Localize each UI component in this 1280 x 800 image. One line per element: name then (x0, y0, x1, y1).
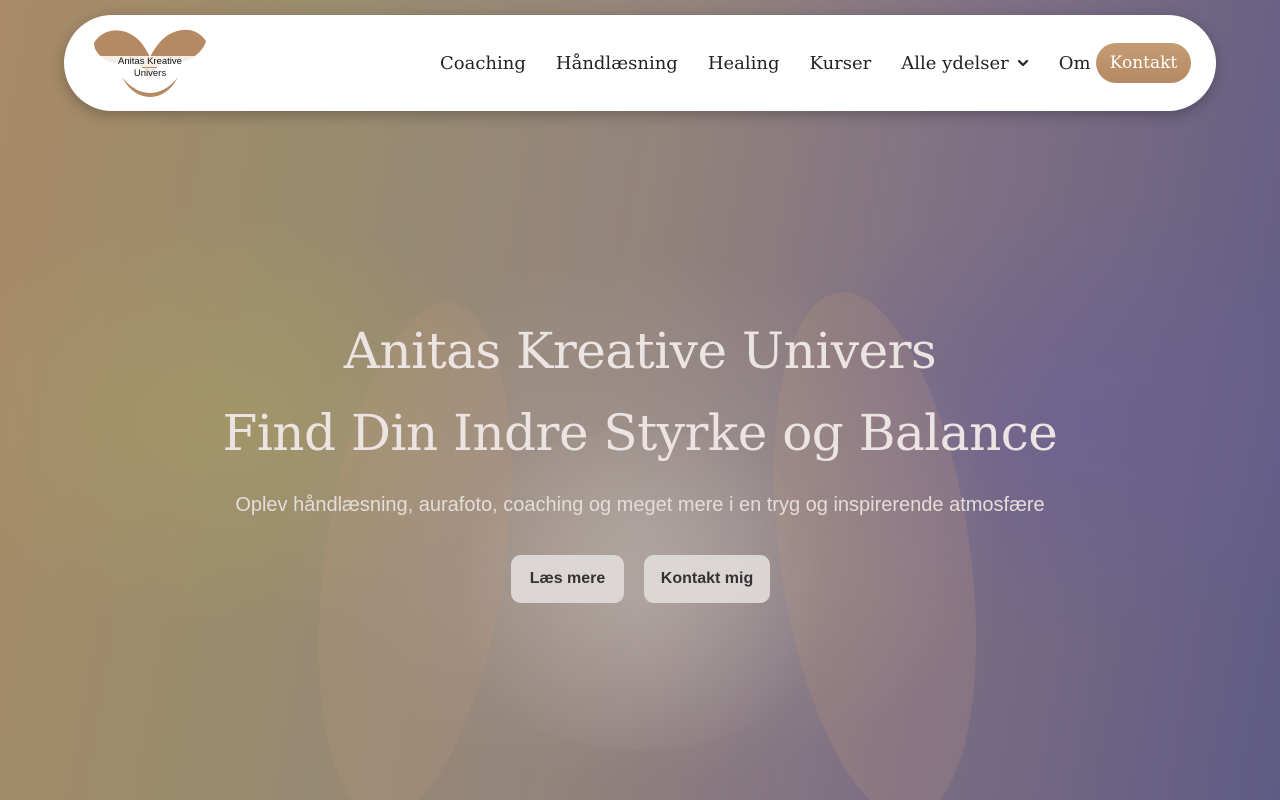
chevron-down-icon (1017, 59, 1028, 67)
nav-item-haandlaesning[interactable]: Håndlæsning (556, 53, 678, 74)
nav-item-coaching[interactable]: Coaching (440, 53, 526, 74)
contact-button[interactable]: Kontakt (1096, 43, 1191, 83)
nav-item-healing[interactable]: Healing (708, 53, 780, 74)
hero-glow (430, 430, 850, 750)
contact-me-button[interactable]: Kontakt mig (644, 555, 770, 603)
header-navbar: Anitas Kreative Univers Coaching Håndlæs… (64, 15, 1216, 111)
hero-tagline: Find Din Indre Styrke og Balance (222, 404, 1058, 462)
nav-item-kurser[interactable]: Kurser (810, 53, 872, 74)
hero-background (0, 0, 1280, 800)
nav-item-alle-ydelser[interactable]: Alle ydelser (901, 53, 1028, 74)
logo[interactable]: Anitas Kreative Univers (92, 27, 208, 99)
nav-item-alle-ydelser-label: Alle ydelser (901, 52, 1009, 74)
hero-subtitle: Oplev håndlæsning, aurafoto, coaching og… (235, 494, 1045, 516)
read-more-button[interactable]: Læs mere (511, 555, 624, 603)
hero-title: Anitas Kreative Univers (343, 322, 937, 380)
logo-name-line2: Univers (130, 68, 170, 79)
logo-name-line1: Anitas Kreative (92, 56, 208, 67)
main-menu: Coaching Håndlæsning Healing Kurser Alle… (440, 15, 1161, 111)
